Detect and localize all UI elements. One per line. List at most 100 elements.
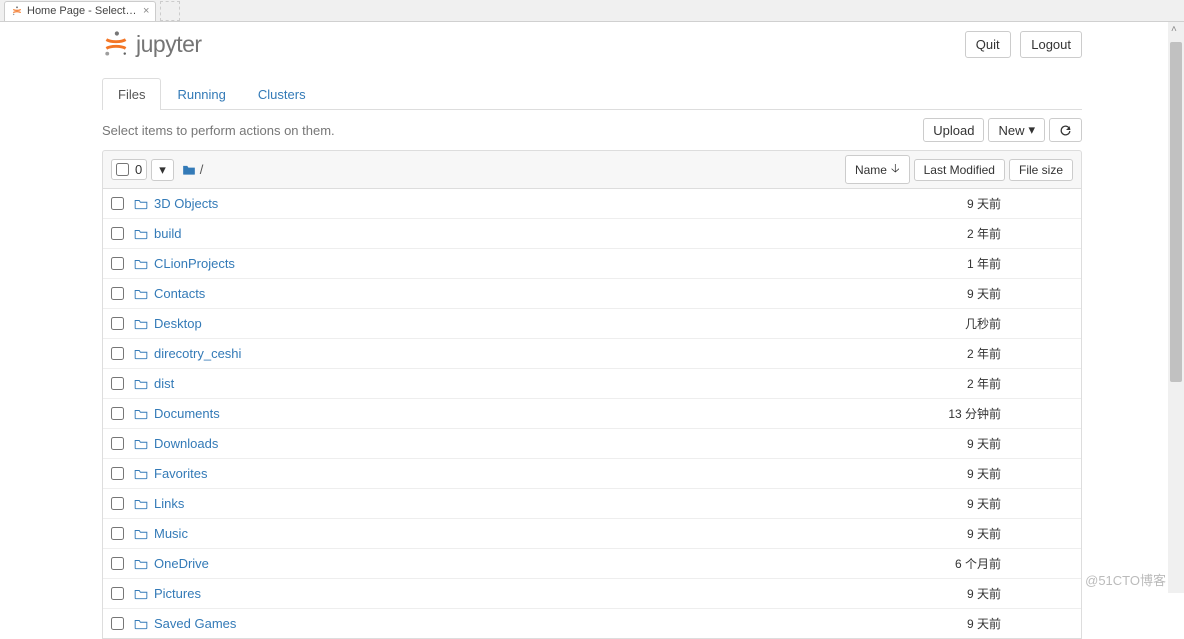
item-modified: 2 年前 (893, 225, 1013, 242)
item-name[interactable]: Music (154, 526, 188, 541)
item-name[interactable]: Desktop (154, 316, 202, 331)
selected-count: 0 (135, 162, 142, 177)
row-checkbox[interactable] (111, 227, 124, 240)
list-item: build 2 年前 (103, 219, 1081, 249)
folder-icon (134, 378, 148, 390)
item-name[interactable]: Documents (154, 406, 220, 421)
item-modified: 9 天前 (893, 465, 1013, 482)
new-button[interactable]: New ▾ (988, 118, 1045, 142)
item-name[interactable]: build (154, 226, 181, 241)
item-modified: 1 年前 (893, 255, 1013, 272)
upload-button[interactable]: Upload (923, 118, 984, 142)
row-checkbox[interactable] (111, 257, 124, 270)
item-name[interactable]: dist (154, 376, 174, 391)
file-list: 3D Objects 9 天前 build 2 年前 CLionProjects 1 年前… (102, 189, 1082, 639)
item-modified: 9 天前 (893, 195, 1013, 212)
jupyter-logo-icon (102, 30, 130, 58)
row-checkbox[interactable] (111, 617, 124, 630)
watermark: @51CTO博客 (1085, 570, 1166, 589)
folder-icon (134, 438, 148, 450)
row-checkbox[interactable] (111, 347, 124, 360)
row-checkbox[interactable] (111, 407, 124, 420)
list-item: Downloads9 天前 (103, 429, 1081, 459)
folder-icon (134, 408, 148, 420)
refresh-button[interactable] (1049, 118, 1082, 142)
item-name[interactable]: Pictures (154, 586, 201, 601)
row-checkbox[interactable] (111, 467, 124, 480)
selection-hint: Select items to perform actions on them. (102, 123, 335, 138)
select-all-group[interactable]: 0 (111, 159, 147, 180)
logo-text: jupyter (136, 31, 202, 58)
breadcrumb[interactable]: / (182, 162, 204, 177)
new-button-label: New (998, 123, 1024, 138)
list-item: OneDrive 6 个月前 (103, 549, 1081, 579)
item-name[interactable]: OneDrive (154, 556, 209, 571)
row-checkbox[interactable] (111, 437, 124, 450)
item-modified: 9 天前 (893, 285, 1013, 302)
page-header: jupyter Quit Logout (102, 22, 1082, 62)
item-name[interactable]: direcotry_ceshi (154, 346, 241, 361)
list-item: 3D Objects 9 天前 (103, 189, 1081, 219)
browser-tab[interactable]: Home Page - Select or c... × (4, 1, 156, 21)
breadcrumb-root: / (200, 162, 204, 177)
row-checkbox[interactable] (111, 317, 124, 330)
item-name[interactable]: Contacts (154, 286, 205, 301)
row-checkbox[interactable] (111, 497, 124, 510)
item-modified: 几秒前 (893, 315, 1013, 332)
row-checkbox[interactable] (111, 557, 124, 570)
jupyter-logo[interactable]: jupyter (102, 30, 202, 58)
row-checkbox[interactable] (111, 197, 124, 210)
list-item: Saved Games 9 天前 (103, 609, 1081, 638)
item-modified: 13 分钟前 (893, 405, 1013, 422)
folder-icon (134, 558, 148, 570)
name-column-label: Name (855, 163, 887, 177)
item-modified: 2 年前 (893, 345, 1013, 362)
scroll-up-icon[interactable]: ˄ (1171, 24, 1177, 35)
folder-icon (134, 288, 148, 300)
item-modified: 2 年前 (893, 375, 1013, 392)
list-item: Documents 13 分钟前 (103, 399, 1081, 429)
tab-clusters[interactable]: Clusters (242, 78, 322, 110)
scrollbar-thumb[interactable] (1170, 42, 1182, 382)
row-checkbox[interactable] (111, 527, 124, 540)
folder-icon (134, 588, 148, 600)
sort-size-button[interactable]: File size (1009, 159, 1073, 181)
folder-icon (134, 228, 148, 240)
sort-name-button[interactable]: Name 🡣 (845, 155, 910, 184)
row-checkbox[interactable] (111, 287, 124, 300)
list-item: Desktop 几秒前 (103, 309, 1081, 339)
row-checkbox[interactable] (111, 587, 124, 600)
item-name[interactable]: Saved Games (154, 616, 236, 631)
folder-icon (134, 468, 148, 480)
jupyter-favicon (11, 5, 23, 17)
item-modified: 9 天前 (893, 615, 1013, 632)
arrow-down-icon: 🡣 (891, 159, 900, 180)
list-item: CLionProjects 1 年前 (103, 249, 1081, 279)
main-tabs: Files Running Clusters (102, 78, 1082, 110)
list-item: Favorites 9 天前 (103, 459, 1081, 489)
item-name[interactable]: 3D Objects (154, 196, 218, 211)
tab-files[interactable]: Files (102, 78, 161, 110)
folder-icon (134, 528, 148, 540)
new-tab-button[interactable] (160, 1, 180, 21)
item-name[interactable]: Favorites (154, 466, 207, 481)
refresh-icon (1059, 124, 1072, 137)
tab-running[interactable]: Running (161, 78, 241, 110)
list-item: Music9 天前 (103, 519, 1081, 549)
list-item: dist 2 年前 (103, 369, 1081, 399)
item-name[interactable]: Downloads (154, 436, 218, 451)
list-item: Pictures9 天前 (103, 579, 1081, 609)
quit-button[interactable]: Quit (965, 31, 1011, 58)
item-name[interactable]: CLionProjects (154, 256, 235, 271)
sort-modified-button[interactable]: Last Modified (914, 159, 1005, 181)
row-checkbox[interactable] (111, 377, 124, 390)
item-modified: 6 个月前 (893, 555, 1013, 572)
folder-icon (134, 498, 148, 510)
scrollbar[interactable]: ˄ (1168, 22, 1184, 593)
tab-close-icon[interactable]: × (143, 5, 149, 17)
logout-button[interactable]: Logout (1020, 31, 1082, 58)
select-menu-toggle[interactable]: ▾ (151, 159, 174, 181)
item-name[interactable]: Links (154, 496, 184, 511)
folder-icon (134, 618, 148, 630)
select-all-checkbox[interactable] (116, 163, 129, 176)
